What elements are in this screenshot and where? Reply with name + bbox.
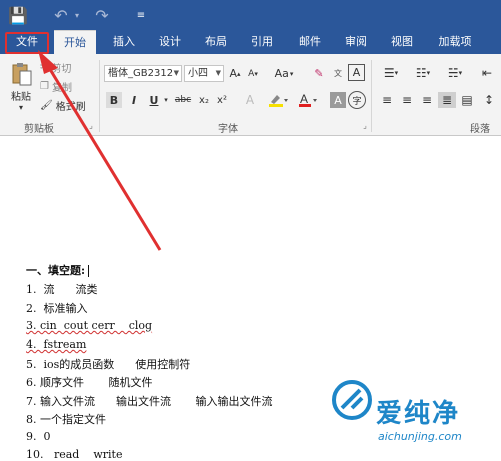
doc-line: 4. fstream	[26, 338, 87, 351]
doc-line: 5. ios的成员函数 使用控制符	[26, 358, 191, 371]
paste-dropdown-icon[interactable]: ▾	[14, 102, 28, 112]
align-left-icon[interactable]: ≡	[378, 92, 396, 108]
superscript-button[interactable]: x²	[214, 92, 230, 108]
font-color-icon: A	[299, 92, 317, 107]
text-cursor	[88, 265, 90, 277]
clipboard-launcher-icon[interactable]: ⌟	[86, 120, 96, 130]
line-spacing-icon[interactable]: ↕	[480, 92, 498, 108]
highlight-color-button[interactable]	[266, 92, 290, 108]
enclose-characters-icon[interactable]: 字	[348, 91, 366, 109]
font-launcher-icon[interactable]: ⌟	[360, 120, 370, 130]
doc-heading: 一、填空题:	[26, 262, 90, 278]
watermark-text: 爱纯净	[376, 399, 461, 429]
format-painter-button[interactable]: 🖌 格式刷	[40, 98, 92, 113]
chevron-down-icon: ▼	[173, 69, 179, 77]
watermark-url: aichunjing.com	[378, 430, 462, 443]
watermark-logo-icon	[332, 380, 372, 420]
align-center-icon[interactable]: ≡	[398, 92, 416, 108]
tab-home[interactable]: 开始	[54, 30, 96, 55]
copy-icon: ❐	[40, 80, 49, 92]
paragraph-group-label: 段落	[470, 124, 490, 135]
decrease-indent-icon[interactable]: ⇤	[476, 64, 498, 82]
character-border-icon[interactable]: A	[348, 64, 365, 81]
tab-addins[interactable]: 加载项	[430, 30, 480, 54]
customize-quick-access-icon[interactable]: ≡	[134, 0, 148, 30]
tab-review[interactable]: 审阅	[336, 30, 376, 54]
paste-button[interactable]: 粘贴	[6, 88, 36, 103]
separator	[99, 60, 100, 132]
numbering-icon[interactable]: ☷ ▾	[408, 64, 438, 82]
tab-insert[interactable]: 插入	[104, 30, 144, 54]
text-effects-icon[interactable]: A	[240, 92, 260, 108]
highlighter-icon	[269, 95, 288, 107]
font-size-dropdown[interactable]: 小四 ▼	[184, 65, 224, 82]
paste-icon[interactable]	[8, 60, 36, 88]
svg-text:A: A	[300, 92, 308, 106]
clipboard-group-label: 剪贴板	[24, 124, 54, 135]
tab-layout[interactable]: 布局	[196, 30, 236, 54]
justify-icon[interactable]: ≣	[438, 92, 456, 108]
align-right-icon[interactable]: ≡	[418, 92, 436, 108]
copy-button[interactable]: ❐ 复制	[40, 79, 88, 94]
phonetic-guide-icon[interactable]: 文	[330, 64, 346, 82]
distributed-icon[interactable]: ▤	[458, 92, 476, 108]
tab-design[interactable]: 设计	[150, 30, 190, 54]
multilevel-list-icon[interactable]: ☵ ▾	[440, 64, 470, 82]
file-tab-highlight	[5, 32, 49, 54]
doc-line: 2. 标准输入	[26, 302, 88, 315]
change-case-button[interactable]: Aa ▾	[270, 65, 298, 82]
italic-button[interactable]: I	[126, 92, 142, 108]
tab-mailings[interactable]: 邮件	[290, 30, 330, 54]
undo-icon[interactable]: ↶	[50, 0, 72, 30]
font-group-label: 字体	[218, 124, 238, 135]
doc-line: 3. cin cout cerr clog	[26, 319, 153, 332]
font-name-dropdown[interactable]: 楷体_GB2312 ▼	[104, 65, 182, 82]
grow-font-button[interactable]: A ▴	[228, 65, 242, 82]
cut-icon: ✂	[40, 61, 49, 73]
underline-button[interactable]: U	[146, 92, 162, 108]
tab-references[interactable]: 引用	[242, 30, 282, 54]
bold-button[interactable]: B	[106, 92, 122, 108]
bullets-icon[interactable]: ☰ ▾	[376, 64, 406, 82]
chevron-down-icon: ▼	[215, 69, 221, 77]
doc-line: 1. 流 流类	[26, 283, 98, 296]
doc-line: 8. 一个指定文件	[26, 413, 106, 426]
format-painter-icon: 🖌	[40, 99, 53, 111]
character-shading-icon[interactable]: A	[330, 92, 346, 108]
doc-line: 6. 顺序文件 随机文件	[26, 376, 153, 389]
redo-icon[interactable]: ↷	[92, 0, 112, 30]
title-bar: 💾 ↶ ▾ ↷ ≡	[0, 0, 501, 30]
doc-line: 9. 0	[26, 430, 51, 443]
doc-line: 7. 输入文件流 输出文件流 输入输出文件流	[26, 395, 273, 408]
cut-button[interactable]: ✂ 剪切	[40, 60, 88, 75]
tab-view[interactable]: 视图	[382, 30, 422, 54]
shrink-font-button[interactable]: A ▾	[246, 65, 260, 82]
subscript-button[interactable]: x₂	[196, 92, 212, 108]
strikethrough-button[interactable]: abc	[172, 92, 194, 108]
font-color-button[interactable]: A	[296, 92, 320, 108]
save-icon[interactable]: 💾	[6, 0, 30, 30]
ribbon-tabs: 文件 开始 插入 设计 布局 引用 邮件 审阅 视图 加载项	[0, 30, 501, 55]
doc-line: 10. read write	[26, 448, 123, 461]
undo-dropdown-icon[interactable]: ▾	[72, 0, 82, 30]
underline-dropdown-icon[interactable]: ▾	[162, 92, 170, 108]
separator	[371, 60, 372, 132]
clear-formatting-icon[interactable]: ✎	[310, 64, 328, 82]
